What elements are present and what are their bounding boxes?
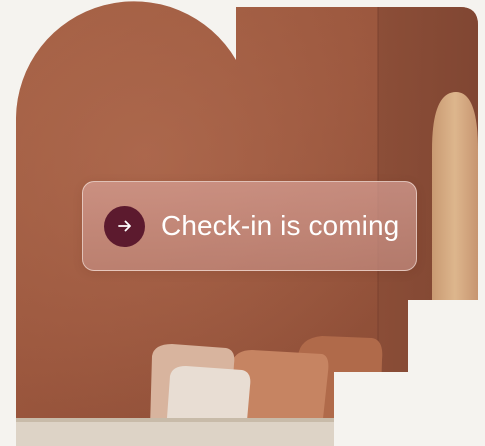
check-in-button[interactable]: Check-in is coming bbox=[82, 181, 417, 271]
check-in-label: Check-in is coming bbox=[161, 210, 400, 241]
arrow-right-icon bbox=[104, 205, 145, 247]
promo-card: Check-in is coming bbox=[0, 0, 485, 446]
